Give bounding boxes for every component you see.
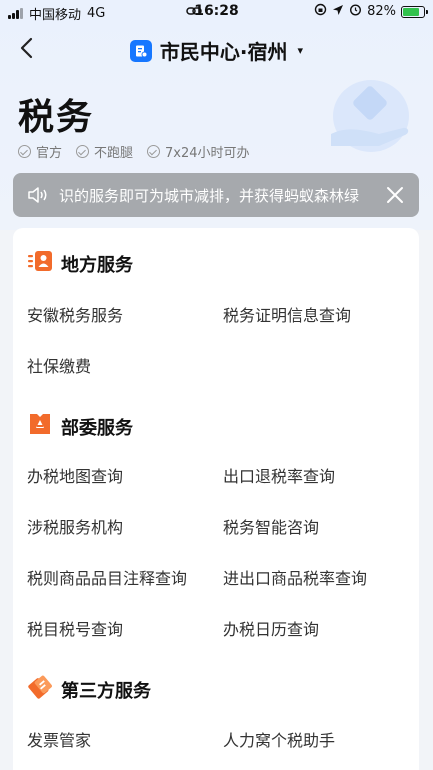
city-selector[interactable]: 市民中心·宿州 ▾ bbox=[0, 36, 433, 65]
section-third-party-services: 第三方服务 bbox=[27, 674, 151, 705]
close-button[interactable] bbox=[385, 185, 405, 205]
status-right: 82% bbox=[314, 3, 428, 20]
close-icon bbox=[387, 187, 403, 203]
ministry-service-icon bbox=[27, 411, 53, 442]
lock-rotation-icon bbox=[314, 3, 327, 20]
tag-24h: 7x24小时可办 bbox=[147, 142, 250, 161]
check-circle-icon bbox=[18, 145, 31, 158]
section-title: 部委服务 bbox=[61, 417, 133, 439]
section-title: 地方服务 bbox=[61, 254, 133, 276]
section-ministry-services: 部委服务 bbox=[27, 411, 133, 442]
service-item[interactable]: 税务证明信息查询 bbox=[223, 302, 351, 326]
service-item[interactable]: 涉税服务机构 bbox=[27, 514, 123, 538]
local-service-icon bbox=[27, 250, 53, 277]
service-item[interactable]: 进出口商品税率查询 bbox=[223, 565, 367, 589]
tag-label: 官方 bbox=[36, 146, 63, 161]
page-title: 税务 bbox=[18, 97, 95, 138]
service-item[interactable]: 发票管家 bbox=[27, 727, 91, 751]
service-item[interactable]: 税务智能咨询 bbox=[223, 514, 319, 538]
service-item[interactable]: 安徽税务服务 bbox=[27, 302, 123, 326]
section-title: 第三方服务 bbox=[61, 680, 151, 702]
nav-title: 市民中心·宿州 bbox=[159, 40, 288, 64]
tag-label: 7x24小时可办 bbox=[165, 146, 250, 161]
service-item[interactable]: 办税日历查询 bbox=[223, 616, 319, 640]
third-party-service-icon bbox=[27, 674, 53, 705]
nav-bar: 市民中心·宿州 ▾ bbox=[0, 28, 433, 70]
battery-percent: 82% bbox=[367, 4, 396, 19]
tag-label: 不跑腿 bbox=[94, 146, 134, 161]
services-card: 地方服务 安徽税务服务 税务证明信息查询 社保缴费 部委服务 办税地图查询 出口… bbox=[13, 228, 419, 770]
check-circle-icon bbox=[147, 145, 161, 158]
service-item[interactable]: 出口退税率查询 bbox=[223, 463, 335, 487]
service-item[interactable]: 税目税号查询 bbox=[27, 616, 123, 640]
feature-tags: 官方 不跑腿 7x24小时可办 bbox=[18, 142, 250, 161]
tax-doc-icon bbox=[129, 39, 152, 62]
battery-icon bbox=[401, 5, 428, 18]
service-item[interactable]: 办税地图查询 bbox=[27, 463, 123, 487]
tag-no-visit: 不跑腿 bbox=[76, 142, 133, 161]
service-item[interactable]: 人力窝个税助手 bbox=[223, 727, 335, 751]
service-item[interactable]: 社保缴费 bbox=[27, 353, 91, 377]
hand-coin-illustration-icon bbox=[323, 76, 413, 160]
chevron-down-icon: ▾ bbox=[297, 44, 304, 57]
check-circle-icon bbox=[76, 145, 90, 158]
service-item[interactable]: 税则商品品目注释查询 bbox=[27, 565, 187, 589]
speaker-icon bbox=[27, 185, 49, 205]
notice-banner[interactable]: 识的服务即可为城市减排，并获得蚂蚁森林绿 bbox=[13, 173, 419, 217]
notice-text: 识的服务即可为城市减排，并获得蚂蚁森林绿 bbox=[59, 186, 360, 205]
section-local-services: 地方服务 bbox=[27, 250, 133, 277]
status-bar: 中国移动 4G 16:28 82% bbox=[0, 0, 433, 24]
tag-official: 官方 bbox=[18, 142, 62, 161]
location-icon bbox=[332, 4, 344, 20]
alarm-icon bbox=[349, 3, 362, 20]
